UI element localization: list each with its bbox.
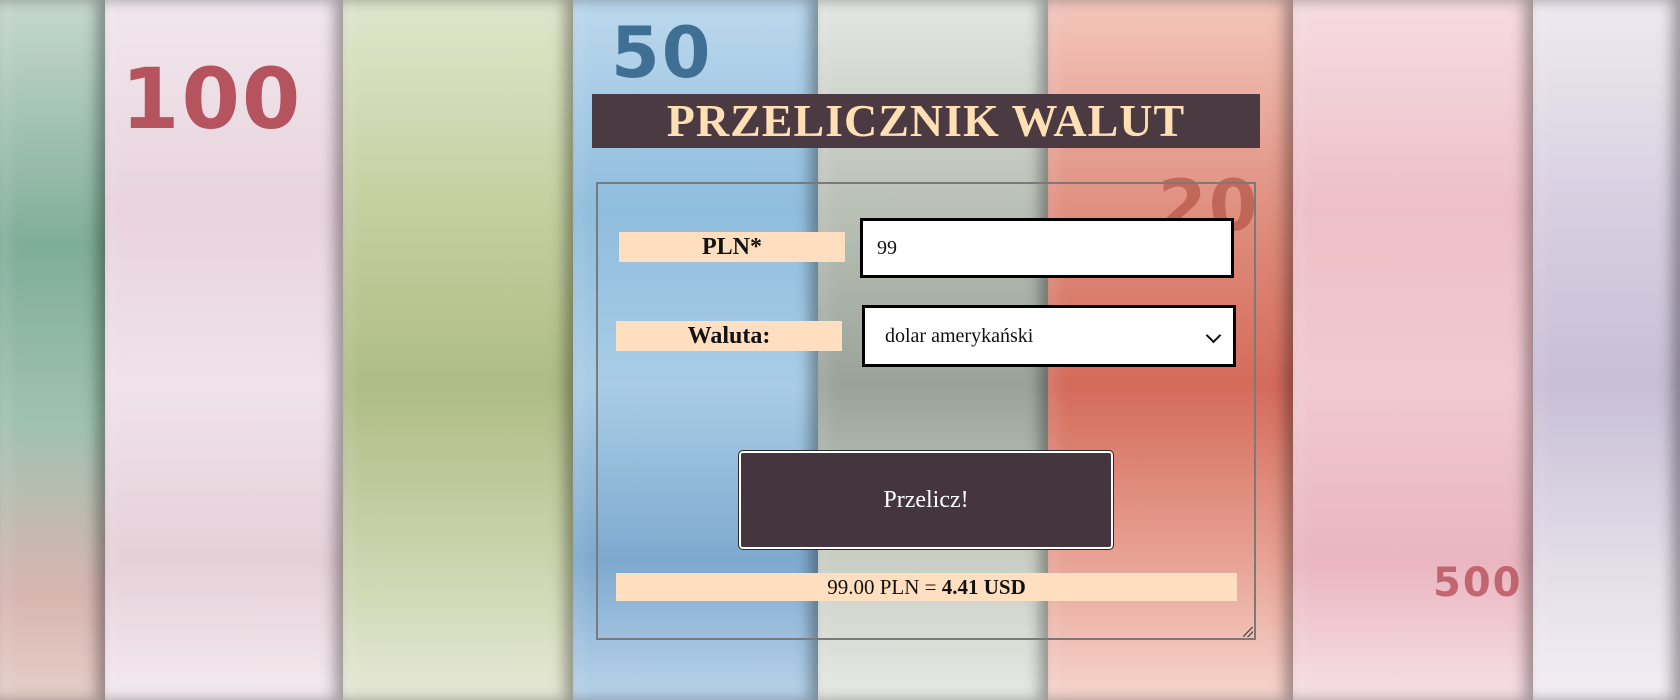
chevron-down-icon [1205,327,1222,344]
banknote-number: 100 [121,50,303,148]
convert-button[interactable]: Przelicz! [738,450,1114,550]
banknote-purple [1533,0,1680,700]
banknote-500: 500 [1293,0,1533,700]
banknote-number: 50 [611,12,713,94]
banknote-green [0,0,105,700]
banknote-number: 500 [1433,560,1523,606]
banknote-100: 100 [105,0,343,700]
amount-label: PLN* [619,232,845,262]
result-equals: = [924,575,937,599]
currency-label: Waluta: [616,321,842,351]
currency-select-value: dolar amerykański [885,325,1034,347]
page-title: PRZELICZNIK WALUT [592,94,1260,148]
currency-select[interactable]: dolar amerykański [862,305,1236,367]
banknote-olive [343,0,573,700]
page: 100 50 20 500 PRZELICZNIK WALUT PLN* Wal… [0,0,1680,700]
result-output-amount: 4.41 USD [941,575,1026,599]
result-input-amount: 99.00 PLN [827,575,920,599]
resize-grip-icon[interactable] [1243,627,1253,637]
conversion-result: 99.00 PLN = 4.41 USD [616,573,1237,601]
amount-input[interactable] [860,218,1234,278]
